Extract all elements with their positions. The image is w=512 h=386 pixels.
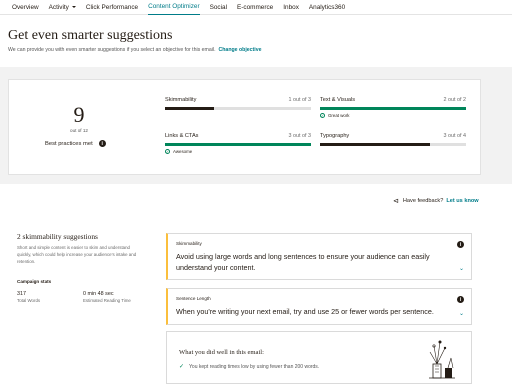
info-icon[interactable]: i	[457, 241, 464, 248]
megaphone-icon: ⊲	[393, 198, 399, 205]
campaign-stats-heading: Campaign stats	[17, 279, 52, 284]
metric-count: 3 out of 3	[288, 133, 311, 139]
metric-text-visuals[interactable]: Text & Visuals 2 out of 2 ✓ Great work	[320, 97, 466, 118]
nav-social-label: Social	[209, 3, 228, 11]
metric-progress-fill	[320, 143, 430, 146]
feedback-prompt: ⊲ Have feedback? Let us know	[393, 197, 479, 205]
nav-inbox-label: Inbox	[283, 3, 299, 11]
metric-links-ctas[interactable]: Links & CTAs 3 out of 3 ✓ Awesome	[165, 133, 311, 154]
page-subtitle-text: We can provide you with even smarter sug…	[8, 47, 216, 53]
total-words-label: Total Words	[17, 298, 41, 303]
metric-name: Text & Visuals	[320, 97, 356, 103]
nav-activity[interactable]: Activity	[49, 0, 76, 15]
check-circle-icon: ✓	[165, 149, 170, 154]
metric-name: Typography	[320, 133, 350, 139]
score-card: 9 out of 12 Best practices met i Skimmab…	[8, 79, 481, 175]
reading-time-label: Estimated Reading Time	[83, 298, 131, 303]
best-practices-text: Best practices met	[45, 140, 93, 147]
info-icon[interactable]: i	[98, 140, 106, 147]
nav-ecommerce[interactable]: E-commerce	[237, 0, 273, 15]
well-done-title: What you did well in this email:	[179, 349, 264, 356]
chevron-down-icon[interactable]: ⌄	[459, 310, 464, 317]
suggestion-kicker: Skimmability	[176, 241, 202, 246]
page-subtitle: We can provide you with even smarter sug…	[8, 47, 261, 53]
chevron-down-icon[interactable]: ⌄	[459, 265, 464, 272]
suggestions-title: 2 skimmability suggestions	[17, 232, 98, 241]
metric-count: 2 out of 2	[443, 97, 466, 103]
change-objective-link[interactable]: Change objective	[219, 47, 262, 53]
well-done-item-text: You kept reading times low by using fewe…	[189, 363, 320, 370]
check-circle-icon: ✓	[320, 113, 325, 118]
suggestions-description: Short and simple content is easier to sk…	[17, 245, 137, 264]
metric-count: 1 out of 3	[288, 97, 311, 103]
feedback-link[interactable]: Let us know	[446, 198, 478, 204]
metric-progress-bar	[320, 143, 466, 146]
info-icon[interactable]: i	[457, 296, 464, 303]
metric-typography[interactable]: Typography 3 out of 4	[320, 133, 466, 146]
score-value: 9	[73, 102, 85, 127]
score-out-of: out of 12	[70, 128, 88, 133]
plant-illustration-icon	[429, 340, 455, 379]
suggestion-text: When you're writing your next email, try…	[176, 307, 434, 316]
nav-overview-label: Overview	[12, 3, 39, 11]
suggestion-card-sentence-length[interactable]: Sentence Length When you're writing your…	[166, 288, 472, 325]
metric-status: ✓ Great work	[320, 113, 466, 118]
nav-analytics360-label: Analytics360	[308, 3, 346, 11]
nav-content-optimizer-label: Content Optimizer	[148, 3, 200, 10]
top-nav: Overview Activity Click Performance Cont…	[0, 0, 512, 15]
nav-inbox[interactable]: Inbox	[283, 0, 299, 15]
metric-progress-bar	[165, 107, 311, 110]
page-title: Get even smarter suggestions	[8, 28, 173, 43]
metric-progress-bar	[320, 107, 466, 110]
nav-analytics360[interactable]: Analytics360	[309, 0, 345, 15]
metric-name: Skimmability	[165, 97, 197, 103]
nav-content-optimizer[interactable]: Content Optimizer	[148, 0, 200, 15]
total-words-value: 317	[17, 291, 26, 297]
check-icon: ✓	[179, 364, 185, 370]
nav-overview[interactable]: Overview	[12, 0, 39, 15]
nav-click-performance[interactable]: Click Performance	[86, 0, 138, 15]
chevron-down-icon	[71, 6, 76, 8]
well-done-item: ✓ You kept reading times low by using fe…	[179, 363, 320, 371]
score-summary: 9 out of 12 Best practices met i	[9, 80, 149, 176]
metric-status: ✓ Awesome	[165, 149, 311, 154]
best-practices-label: Best practices met i	[45, 140, 106, 147]
metric-progress-bar	[165, 143, 311, 146]
nav-social[interactable]: Social	[210, 0, 227, 15]
suggestion-kicker: Sentence Length	[176, 296, 211, 301]
metric-status-text: Great work	[328, 113, 350, 118]
metric-status-text: Awesome	[173, 149, 193, 154]
suggestion-card-skimmability[interactable]: Skimmability Avoid using large words and…	[166, 233, 472, 280]
nav-ecommerce-label: E-commerce	[237, 3, 274, 11]
metric-skimmability[interactable]: Skimmability 1 out of 3	[165, 97, 311, 110]
feedback-text: Have feedback?	[402, 198, 444, 204]
nav-click-performance-label: Click Performance	[85, 3, 139, 11]
well-done-card: What you did well in this email: ✓ You k…	[166, 331, 472, 384]
reading-time-value: 0 min 48 sec	[83, 291, 114, 297]
suggestion-text: Avoid using large words and long sentenc…	[176, 252, 430, 272]
metric-progress-fill	[320, 107, 466, 110]
metric-progress-fill	[165, 143, 311, 146]
nav-activity-label: Activity	[48, 3, 69, 11]
metric-count: 3 out of 4	[443, 133, 466, 139]
metric-progress-fill	[165, 107, 214, 110]
metric-name: Links & CTAs	[165, 133, 199, 139]
